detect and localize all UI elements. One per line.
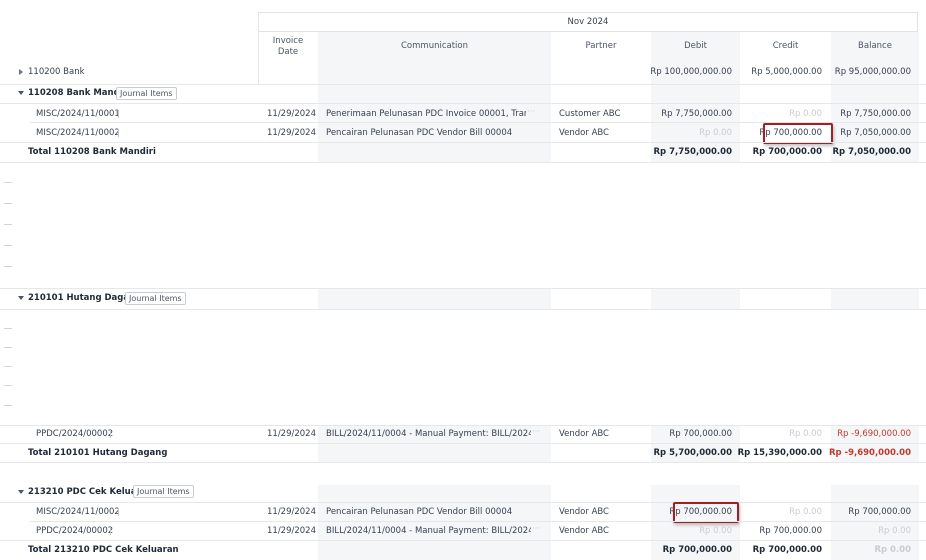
total-balance: Rp -9,690,000.00 — [828, 448, 911, 458]
total-credit: Rp 15,390,000.00 — [737, 448, 822, 458]
entry-communication: Pencairan Pelunasan PDC Vendor Bill 0000… — [326, 128, 513, 138]
drag-handle-icon[interactable] — [118, 508, 119, 516]
entry-debit: Rp 7,750,000.00 — [661, 109, 732, 119]
entry-ref[interactable]: MISC/2024/11/0002 — [36, 507, 120, 517]
entry-date: 11/29/2024 — [267, 429, 316, 439]
entry-ref[interactable]: MISC/2024/11/0001 — [36, 109, 120, 119]
drag-handle-icon[interactable] — [110, 430, 111, 438]
entry-communication: BILL/2024/11/0004 - Manual Payment: BILL… — [326, 429, 531, 439]
expand-icon[interactable] — [19, 69, 23, 75]
entry-debit: Rp 0.00 — [699, 526, 732, 536]
group-total-label: Total 213210 PDC Cek Keluaran — [28, 545, 179, 555]
journal-items-button[interactable]: Journal Items — [116, 87, 177, 100]
col-debit[interactable]: Debit — [651, 41, 740, 51]
entry-credit: Rp 700,000.00 — [759, 526, 822, 536]
highlight-box — [763, 123, 833, 144]
ellipsis-icon[interactable]: ··· — [532, 427, 540, 437]
col-credit[interactable]: Credit — [740, 41, 831, 51]
collapse-icon[interactable] — [18, 296, 24, 300]
entry-date: 11/29/2024 — [267, 128, 316, 138]
col-invoice-date[interactable]: Invoice Date — [262, 36, 314, 58]
entry-ref[interactable]: MISC/2024/11/0002 — [36, 128, 120, 138]
entry-credit: Rp 0.00 — [789, 429, 822, 439]
entry-balance: Rp 700,000.00 — [848, 507, 911, 517]
entry-date: 11/29/2024 — [267, 109, 316, 119]
entry-debit: Rp 0.00 — [699, 128, 732, 138]
total-credit: Rp 700,000.00 — [752, 545, 822, 555]
entry-ref[interactable]: PPDC/2024/00002 — [36, 526, 113, 536]
bank-debit: Rp 100,000,000.00 — [650, 67, 732, 77]
collapse-icon[interactable] — [18, 91, 24, 95]
entry-date: 11/29/2024 — [267, 526, 316, 536]
journal-items-button[interactable]: Journal Items — [125, 292, 186, 305]
entry-credit: Rp 0.00 — [789, 109, 822, 119]
entry-partner[interactable]: Vendor ABC — [559, 429, 609, 439]
drag-handle-icon[interactable] — [110, 527, 111, 535]
col-balance[interactable]: Balance — [831, 41, 919, 51]
drag-handle-icon[interactable] — [118, 129, 119, 137]
group-110208-bank-mandiri[interactable]: 110208 Bank Mandiri — [28, 88, 130, 98]
entry-communication: Pencairan Pelunasan PDC Vendor Bill 0000… — [326, 507, 513, 517]
ellipsis-icon[interactable]: ··· — [532, 524, 540, 534]
col-communication[interactable]: Communication — [318, 41, 551, 51]
total-debit: Rp 7,750,000.00 — [653, 147, 732, 157]
entry-balance: Rp 7,050,000.00 — [840, 128, 911, 138]
entry-partner[interactable]: Vendor ABC — [559, 507, 609, 517]
col-partner[interactable]: Partner — [551, 41, 651, 51]
entry-balance: Rp 7,750,000.00 — [840, 109, 911, 119]
entry-balance: Rp -9,690,000.00 — [837, 429, 911, 439]
entry-balance: Rp 0.00 — [878, 526, 911, 536]
entry-partner[interactable]: Vendor ABC — [559, 128, 609, 138]
bank-credit: Rp 5,000,000.00 — [751, 67, 822, 77]
total-credit: Rp 700,000.00 — [752, 147, 822, 157]
entry-partner[interactable]: Vendor ABC — [559, 526, 609, 536]
account-110200-bank[interactable]: 110200 Bank — [28, 67, 85, 77]
total-debit: Rp 5,700,000.00 — [653, 448, 732, 458]
entry-partner[interactable]: Customer ABC — [559, 109, 620, 119]
total-balance: Rp 7,050,000.00 — [832, 147, 911, 157]
period-label: Nov 2024 — [567, 17, 609, 27]
group-total-label: Total 110208 Bank Mandiri — [28, 147, 156, 157]
total-balance: Rp 0.00 — [874, 545, 911, 555]
journal-items-button[interactable]: Journal Items — [133, 485, 194, 498]
ellipsis-icon[interactable]: ··· — [527, 107, 535, 117]
entry-communication: BILL/2024/11/0004 - Manual Payment: BILL… — [326, 526, 531, 536]
entry-communication: Penerimaan Pelunasan PDC Invoice 00001, … — [326, 109, 526, 119]
collapse-icon[interactable] — [18, 490, 24, 494]
entry-ref[interactable]: PPDC/2024/00002 — [36, 429, 113, 439]
entry-credit: Rp 0.00 — [789, 507, 822, 517]
drag-handle-icon[interactable] — [118, 110, 119, 118]
highlight-box — [673, 502, 739, 523]
bank-balance: Rp 95,000,000.00 — [834, 67, 911, 77]
entry-date: 11/29/2024 — [267, 507, 316, 517]
entry-debit: Rp 700,000.00 — [669, 429, 732, 439]
total-debit: Rp 700,000.00 — [662, 545, 732, 555]
period-header: Nov 2024 — [258, 12, 918, 32]
group-total-label: Total 210101 Hutang Dagang — [28, 448, 168, 458]
